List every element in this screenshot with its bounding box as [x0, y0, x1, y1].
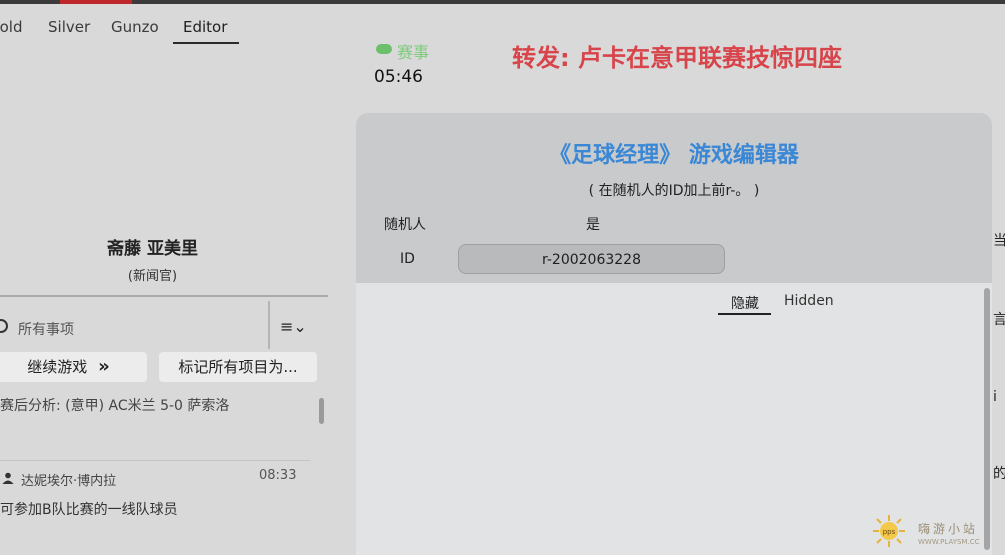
double-chevron-right-icon: » — [98, 356, 110, 377]
tab-gold[interactable]: Gold — [0, 18, 23, 36]
filter-menu-icon[interactable]: ≡⌄ — [280, 317, 307, 336]
tab-hidden-cn[interactable]: 隐藏 — [718, 293, 771, 315]
clipped-text: 言 — [993, 312, 1005, 328]
id-field[interactable]: r-2002063228 — [458, 244, 725, 274]
active-tab-accent — [60, 0, 132, 4]
editor-hint: ( 在随机人的ID加上前r-。 ) — [588, 183, 760, 199]
tab-gunzo[interactable]: Gunzo — [111, 18, 159, 36]
inbox-scrollbar[interactable] — [319, 398, 324, 424]
id-label: ID — [400, 251, 415, 267]
window-top-bar — [0, 0, 1005, 4]
editor-scrollbar[interactable] — [984, 288, 990, 550]
news-item-author: 达妮埃尔·博内拉 — [21, 474, 117, 489]
news-item-subject[interactable]: 赛后分析: (意甲) AC米兰 5-0 萨索洛 — [0, 395, 229, 415]
svg-text:pps: pps — [883, 528, 896, 536]
profile-role: (新闻官) — [127, 269, 178, 284]
event-category-label: 赛事 — [397, 43, 430, 62]
watermark-url: WWW.PLAYSM.CC — [918, 538, 980, 546]
tab-editor[interactable]: Editor — [172, 18, 240, 44]
inbox-filter-input[interactable]: 所有事项 — [18, 319, 74, 339]
profile-name: 斋藤 亚美里 — [107, 239, 198, 259]
filter-divider — [268, 301, 270, 349]
watermark-logo-icon: pps — [873, 515, 905, 547]
search-icon — [0, 319, 8, 333]
clipped-text: i — [993, 389, 997, 405]
random-person-label: 随机人 — [384, 217, 426, 233]
news-item-subject[interactable]: 可参加B队比赛的一线队球员 — [0, 499, 178, 519]
watermark-text: 嗨游小站 — [918, 522, 979, 536]
continue-game-label: 继续游戏 — [27, 358, 88, 376]
person-icon — [2, 472, 14, 487]
inbox-filter-bar: 所有事项 ≡⌄ — [0, 295, 328, 353]
tab-hidden-en[interactable]: Hidden — [784, 293, 834, 309]
continue-game-button[interactable]: 继续游戏 » — [0, 352, 147, 382]
message-time: 05:46 — [374, 67, 423, 87]
news-divider — [0, 460, 310, 461]
message-headline: 转发: 卢卡在意甲联赛技惊四座 — [512, 44, 842, 72]
editor-title: 《足球经理》 游戏编辑器 — [549, 143, 799, 168]
clipped-text: 当 — [993, 233, 1005, 249]
match-event-icon — [376, 44, 392, 54]
clipped-text: 的 — [993, 466, 1005, 482]
random-person-value: 是 — [586, 217, 600, 233]
news-item-time: 08:33 — [259, 468, 297, 483]
mark-all-button[interactable]: 标记所有项目为... — [159, 352, 317, 382]
tab-silver[interactable]: Silver — [48, 18, 90, 36]
